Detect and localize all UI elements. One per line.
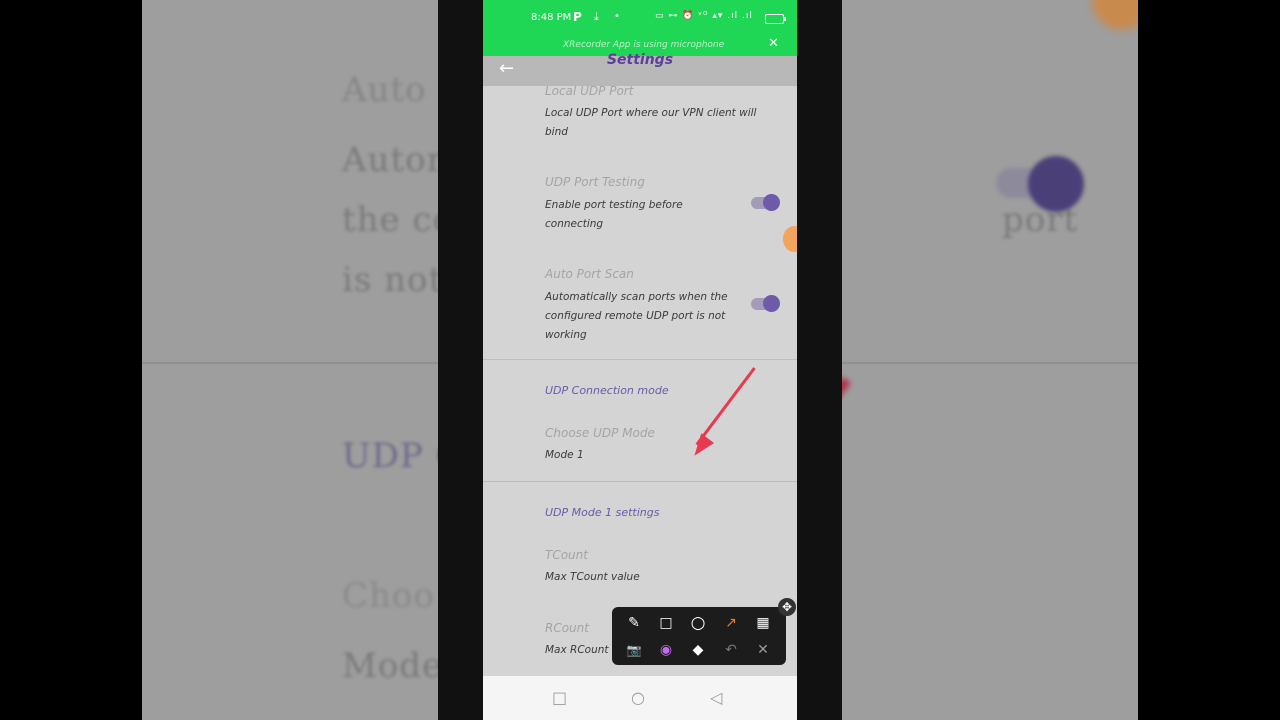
category-udp-connection-mode: UDP Connection mode	[545, 384, 669, 397]
pref-summary: Max TCount value	[545, 571, 640, 583]
navigation-bar: □ ○ ◁	[483, 676, 797, 720]
close-icon[interactable]: ✕	[751, 638, 775, 662]
pref-title: Choose UDP Mode	[545, 426, 655, 440]
bg-text: Choo	[342, 576, 435, 616]
divider	[483, 481, 797, 482]
bg-text: Auto	[342, 70, 427, 110]
orange-floating-dot[interactable]	[783, 226, 797, 252]
udp-port-testing-toggle[interactable]	[751, 192, 783, 214]
status-bar: 8:48 PM P ⤓ • ▭ ⊶ ⏰ ᵛᴼ ▴▾ .ıl .ıl XRecor…	[483, 0, 797, 56]
circle-icon[interactable]: ○	[686, 611, 710, 635]
download-icon: ⤓	[594, 10, 599, 23]
mosaic-icon[interactable]: ▦	[751, 611, 775, 635]
close-icon[interactable]: ✕	[768, 36, 779, 51]
arrow-tool-icon[interactable]: ↗	[719, 611, 743, 635]
page-title: Settings	[606, 52, 674, 68]
pref-summary: Local UDP Port where our VPN client will…	[545, 107, 757, 138]
pen-icon[interactable]: ✎	[622, 611, 646, 635]
home-button-icon[interactable]: ○	[631, 688, 645, 707]
move-handle-icon[interactable]: ✥	[778, 598, 796, 616]
pref-summary: Enable port testing before connecting	[545, 199, 683, 230]
pref-title: Auto Port Scan	[545, 267, 634, 281]
bg-text: is not	[342, 260, 444, 300]
rectangle-icon[interactable]: □	[654, 611, 678, 635]
bg-text: Mode	[342, 646, 444, 686]
battery-icon	[765, 14, 786, 24]
bg-toggle	[996, 156, 1086, 212]
pref-title: TCount	[545, 548, 588, 562]
divider	[483, 359, 797, 360]
status-time: 8:48 PM	[531, 12, 572, 23]
left-frame-shade	[438, 0, 483, 720]
category-udp-mode-1-settings: UDP Mode 1 settings	[545, 506, 660, 519]
bg-orange-blob	[1092, 0, 1138, 30]
pref-title: UDP Port Testing	[545, 175, 645, 189]
phone-screen: 8:48 PM P ⤓ • ▭ ⊶ ⏰ ᵛᴼ ▴▾ .ıl .ıl XRecor…	[483, 0, 797, 720]
recorder-notice: XRecorder App is using microphone	[563, 40, 725, 50]
color-picker-icon[interactable]: ◉	[654, 638, 678, 662]
camera-icon[interactable]: 📷	[622, 638, 646, 662]
right-frame-shade	[797, 0, 842, 720]
eraser-icon[interactable]: ◆	[686, 638, 710, 662]
undo-icon[interactable]: ↶	[719, 638, 743, 662]
annotation-toolbar: ✎ □ ○ ↗ ▦ 📷 ◉ ◆ ↶ ✕	[612, 607, 786, 665]
app-p-icon: P	[573, 10, 582, 24]
pref-title: RCount	[545, 621, 589, 635]
pref-summary: Automatically scan ports when the config…	[545, 291, 728, 341]
auto-port-scan-toggle[interactable]	[751, 293, 783, 315]
settings-list: Local UDP Port Local UDP Port where our …	[483, 84, 797, 676]
recents-button-icon[interactable]: □	[552, 688, 567, 707]
notification-dot-icon: •	[614, 11, 620, 22]
back-button-icon[interactable]: ◁	[710, 688, 722, 707]
pref-title: Local UDP Port	[545, 84, 634, 98]
status-icons: ▭ ⊶ ⏰ ᵛᴼ ▴▾ .ıl .ıl	[655, 11, 753, 21]
app-bar: ← Settings	[483, 52, 797, 86]
